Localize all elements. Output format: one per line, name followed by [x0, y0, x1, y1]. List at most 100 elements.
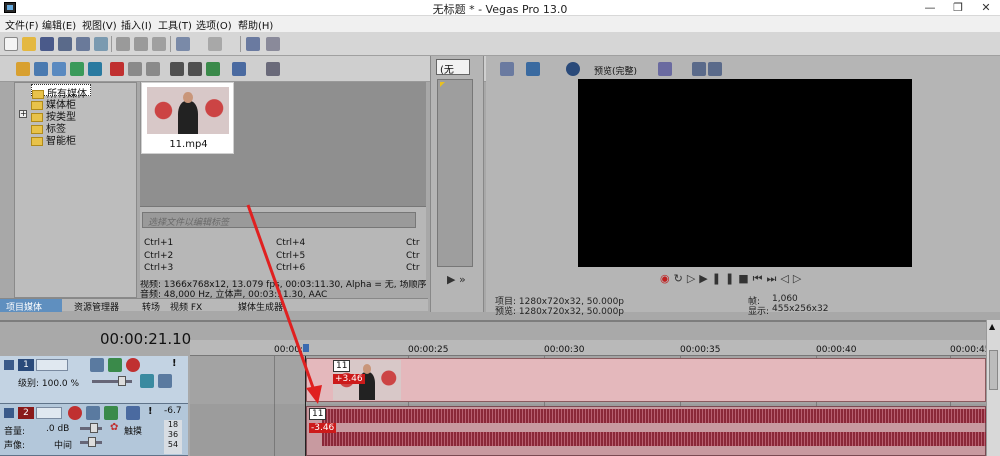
preview-properties-icon[interactable] — [500, 62, 514, 76]
track-expand-icon[interactable] — [140, 374, 154, 388]
level-slider[interactable] — [92, 380, 132, 383]
stop-icon[interactable] — [188, 62, 202, 76]
save-icon[interactable] — [40, 37, 54, 51]
minimize-icon[interactable]: — — [916, 0, 944, 16]
track-name-field[interactable] — [36, 407, 62, 419]
tree-item-all-media[interactable]: 所有媒体 — [31, 84, 91, 100]
tab-transitions[interactable]: 转场 — [136, 299, 166, 313]
auto-preview-icon[interactable] — [206, 62, 220, 76]
timeline-ruler[interactable] — [190, 340, 986, 356]
volume-slider-thumb[interactable] — [90, 423, 98, 433]
tab-video-fx[interactable]: 视频 FX — [164, 299, 208, 313]
views-icon[interactable] — [232, 62, 246, 76]
remove-icon[interactable] — [110, 62, 124, 76]
audio-track-header[interactable]: 2 ! -6.7 18 36 54 音量: .0 dB ✿ 触摸 声像: 中间 — [0, 404, 188, 456]
restore-icon[interactable]: ❐ — [944, 0, 972, 16]
copy-icon[interactable] — [134, 37, 148, 51]
paste-icon[interactable] — [152, 37, 166, 51]
menu-insert[interactable]: 插入(I) — [121, 17, 152, 32]
composite-mode-icon[interactable] — [126, 358, 140, 372]
play-icon[interactable]: ▶ — [699, 272, 711, 285]
shortcut-label: Ctrl+1 — [144, 238, 174, 248]
menu-file[interactable]: 文件(F) — [5, 17, 39, 32]
menu-options[interactable]: 选项(O) — [196, 17, 232, 32]
video-event[interactable] — [306, 358, 986, 402]
trimmer-play-icon[interactable]: ▶ » — [447, 273, 466, 286]
tree-item-by-type[interactable]: 按类型 — [31, 108, 76, 123]
timeline-vertical-scrollbar[interactable]: ▲ — [986, 320, 1000, 456]
tab-media-generators[interactable]: 媒体生成器 — [232, 299, 289, 313]
search-media-icon[interactable] — [88, 62, 102, 76]
track-motion-icon[interactable] — [90, 358, 104, 372]
properties-icon[interactable] — [94, 37, 108, 51]
media-thumbnail[interactable]: 11.mp4 — [141, 82, 234, 154]
external-monitor-icon[interactable] — [526, 62, 540, 76]
new-file-icon[interactable] — [4, 37, 18, 51]
track-composite-icon[interactable] — [158, 374, 172, 388]
tags-input[interactable]: 选择文件以编辑标签 — [142, 212, 416, 228]
preview-quality-dropdown[interactable]: 预览(完整) — [594, 64, 637, 77]
record-icon[interactable]: ◉ — [660, 272, 674, 285]
envelope-tool-icon[interactable] — [266, 37, 280, 51]
solo-icon[interactable]: ! — [148, 406, 153, 417]
track-name-field[interactable] — [36, 359, 68, 371]
tab-project-media[interactable]: 项目媒体 — [0, 299, 62, 313]
redo-icon[interactable] — [208, 37, 222, 51]
next-frame-icon[interactable]: ▷ — [793, 272, 805, 285]
overlays-icon[interactable] — [658, 62, 672, 76]
close-icon[interactable]: ✕ — [972, 0, 1000, 16]
automation-gear-icon[interactable]: ✿ — [110, 422, 118, 433]
trimmer-dropdown[interactable]: (无 — [436, 59, 470, 76]
play-from-start-icon[interactable]: ▷ — [687, 272, 699, 285]
zoom-icon[interactable] — [266, 62, 280, 76]
go-to-start-icon[interactable]: ⏮ — [753, 272, 767, 285]
render-icon[interactable] — [76, 37, 90, 51]
playhead-cursor[interactable] — [305, 356, 306, 456]
play-icon[interactable] — [170, 62, 184, 76]
scroll-up-icon[interactable]: ▲ — [989, 322, 998, 332]
invert-phase-icon[interactable] — [86, 406, 100, 420]
refresh-icon[interactable] — [70, 62, 84, 76]
mute-icon[interactable] — [126, 406, 140, 420]
go-to-end-icon[interactable]: ⏭ — [767, 272, 781, 285]
menu-edit[interactable]: 编辑(E) — [42, 17, 76, 32]
menu-help[interactable]: 帮助(H) — [238, 17, 273, 32]
save-as-icon[interactable] — [58, 37, 72, 51]
solo-icon[interactable]: ! — [172, 358, 177, 369]
media-fx-icon[interactable] — [128, 62, 142, 76]
capture-icon[interactable] — [34, 62, 48, 76]
open-folder-icon[interactable] — [22, 37, 36, 51]
import-media-icon[interactable] — [16, 62, 30, 76]
pause-icon[interactable]: ❚❚ — [712, 272, 738, 285]
tab-explorer[interactable]: 资源管理器 — [68, 299, 125, 313]
pan-slider-thumb[interactable] — [88, 437, 96, 447]
arm-record-icon[interactable] — [68, 406, 82, 420]
video-track-header[interactable]: 1 ! 级别: 100.0 % — [0, 356, 188, 404]
level-slider-thumb[interactable] — [118, 376, 126, 386]
tree-item-bins[interactable]: 媒体柜 — [31, 96, 76, 111]
trimmer-view[interactable] — [437, 79, 473, 267]
menu-view[interactable]: 视图(V) — [82, 17, 117, 32]
tree-item-tags[interactable]: 标签 — [31, 120, 66, 135]
edit-tool-icon[interactable] — [246, 37, 260, 51]
automation-mode[interactable]: 触摸 — [124, 424, 142, 437]
undo-icon[interactable] — [176, 37, 190, 51]
save-snapshot-icon[interactable] — [708, 62, 722, 76]
scroll-thumb[interactable] — [989, 350, 998, 390]
expand-icon[interactable]: + — [19, 110, 27, 118]
properties-icon[interactable] — [146, 62, 160, 76]
menu-tools[interactable]: 工具(T) — [158, 17, 192, 32]
prev-frame-icon[interactable]: ◁ — [780, 272, 792, 285]
fx-icon[interactable] — [566, 62, 580, 76]
track-fx-icon[interactable] — [104, 406, 118, 420]
track-fx-icon[interactable] — [108, 358, 122, 372]
track-collapse-icon[interactable] — [4, 360, 14, 370]
loop-icon[interactable]: ↻ — [674, 272, 687, 285]
copy-snapshot-icon[interactable] — [692, 62, 706, 76]
cut-icon[interactable] — [116, 37, 130, 51]
playhead-marker-icon[interactable] — [303, 344, 309, 352]
stop-icon[interactable]: ■ — [738, 272, 752, 285]
tree-item-smart-bins[interactable]: 智能柜 — [31, 132, 76, 147]
get-media-icon[interactable] — [52, 62, 66, 76]
track-collapse-icon[interactable] — [4, 408, 14, 418]
